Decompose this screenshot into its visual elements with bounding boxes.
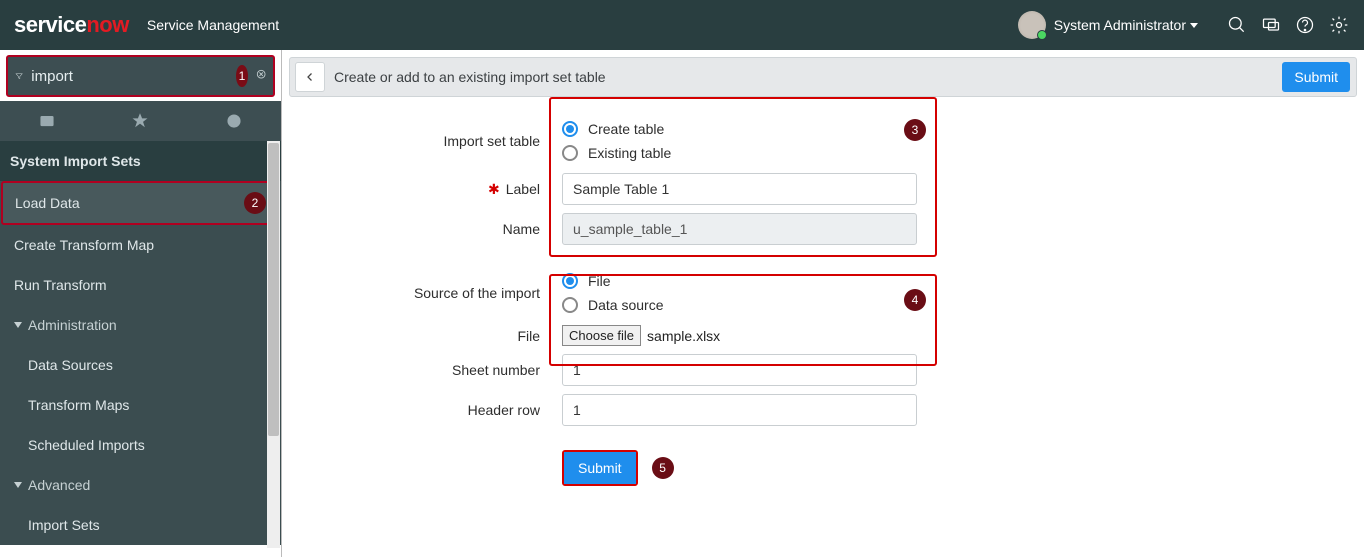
- page-title: Create or add to an existing import set …: [334, 69, 606, 85]
- nav-item-create-transform[interactable]: Create Transform Map: [0, 225, 281, 265]
- logo-service: service: [14, 12, 86, 38]
- header-bar: Create or add to an existing import set …: [289, 57, 1357, 97]
- logo[interactable]: servicenow: [14, 12, 129, 38]
- radio-label: Create table: [588, 121, 664, 137]
- username[interactable]: System Administrator: [1054, 17, 1186, 33]
- scrollbar[interactable]: [267, 141, 280, 548]
- badge-5: 5: [652, 457, 674, 479]
- chat-icon[interactable]: [1260, 14, 1282, 36]
- back-button[interactable]: [295, 62, 325, 92]
- radio-file[interactable]: File: [562, 269, 917, 293]
- filter-input[interactable]: [31, 68, 230, 85]
- name-input: [562, 213, 917, 245]
- header-row-input[interactable]: [562, 394, 917, 426]
- radio-icon: [562, 121, 578, 137]
- scrollbar-thumb[interactable]: [268, 143, 279, 436]
- label-import-set-table: Import set table: [322, 133, 562, 149]
- nav-item-load-data[interactable]: Load Data 2: [1, 181, 280, 225]
- brand-subtitle: Service Management: [147, 17, 279, 33]
- logo-now: now: [86, 12, 129, 38]
- filter-icon: [15, 72, 23, 80]
- nav-tab-history[interactable]: [192, 112, 276, 130]
- file-name: sample.xlsx: [647, 328, 720, 344]
- radio-label: File: [588, 273, 611, 289]
- badge-3: 3: [904, 119, 926, 141]
- sidebar: 1 System Import Sets Load Data 2: [0, 50, 282, 557]
- nav-item-scheduled-imports[interactable]: Scheduled Imports: [0, 425, 281, 465]
- nav-tabs: [0, 101, 281, 141]
- badge-1: 1: [236, 65, 247, 87]
- nav-tab-favorites[interactable]: [98, 112, 182, 130]
- nav-scroll: System Import Sets Load Data 2 Create Tr…: [0, 141, 281, 548]
- radio-create-table[interactable]: Create table: [562, 117, 917, 141]
- clear-icon[interactable]: [256, 66, 266, 86]
- filter-row: 1: [6, 55, 275, 97]
- form-area: Import set table Create table Existing t…: [282, 97, 1364, 504]
- top-bar: servicenow Service Management System Adm…: [0, 0, 1364, 50]
- nav-item-import-sets[interactable]: Import Sets: [0, 505, 281, 545]
- label-source-of-import: Source of the import: [322, 285, 562, 301]
- badge-4: 4: [904, 289, 926, 311]
- nav-group-label: Administration: [28, 317, 117, 333]
- sheet-number-input[interactable]: [562, 354, 917, 386]
- help-icon[interactable]: [1294, 14, 1316, 36]
- nav-item-transform-maps[interactable]: Transform Maps: [0, 385, 281, 425]
- nav-group-administration[interactable]: Administration: [0, 305, 281, 345]
- nav-tab-apps[interactable]: [5, 112, 89, 130]
- badge-2: 2: [244, 192, 266, 214]
- radio-existing-table[interactable]: Existing table: [562, 141, 917, 165]
- chevron-down-icon: [14, 322, 22, 328]
- chevron-down-icon[interactable]: [1190, 23, 1198, 28]
- avatar[interactable]: [1018, 11, 1046, 39]
- nav-group-label: Advanced: [28, 477, 90, 493]
- radio-data-source[interactable]: Data source: [562, 293, 917, 317]
- nav-item-run-transform[interactable]: Run Transform: [0, 265, 281, 305]
- chevron-down-icon: [14, 482, 22, 488]
- label-sheet-number: Sheet number: [322, 362, 562, 378]
- label-file: File: [322, 328, 562, 344]
- radio-icon: [562, 297, 578, 313]
- submit-box: Submit: [562, 450, 638, 486]
- nav-header-system-import-sets[interactable]: System Import Sets: [0, 141, 281, 181]
- radio-label: Existing table: [588, 145, 671, 161]
- submit-button-top[interactable]: Submit: [1282, 62, 1350, 92]
- nav-item-label: Load Data: [15, 195, 80, 211]
- label-label: ✱ Label: [322, 181, 562, 198]
- nav-group-advanced[interactable]: Advanced: [0, 465, 281, 505]
- gear-icon[interactable]: [1328, 14, 1350, 36]
- label-input[interactable]: [562, 173, 917, 205]
- submit-button-bottom[interactable]: Submit: [564, 452, 636, 484]
- nav-item-data-sources[interactable]: Data Sources: [0, 345, 281, 385]
- radio-icon: [562, 273, 578, 289]
- main: Create or add to an existing import set …: [282, 50, 1364, 557]
- radio-icon: [562, 145, 578, 161]
- search-icon[interactable]: [1226, 14, 1248, 36]
- required-icon: ✱: [488, 181, 500, 198]
- label-name: Name: [322, 221, 562, 237]
- label-header-row: Header row: [322, 402, 562, 418]
- choose-file-button[interactable]: Choose file: [562, 325, 641, 346]
- radio-label: Data source: [588, 297, 663, 313]
